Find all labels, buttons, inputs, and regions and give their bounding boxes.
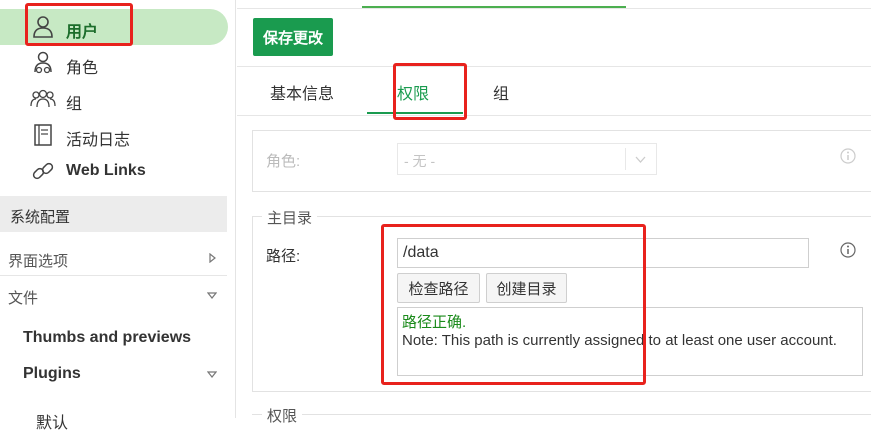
save-button[interactable]: 保存更改 [253,18,333,56]
section-title: 系统配置 [10,209,71,226]
group-icon [30,89,56,108]
sidebar-item-web-links[interactable]: Web Links [0,153,228,189]
role-select-value: - 无 - [404,153,436,169]
sidebar-item-label: Web Links [66,162,146,179]
select-separator [625,148,626,170]
chevron-down-icon [635,156,646,163]
sidebar-sub-label: Plugins [23,365,81,382]
permissions-fieldset [252,414,871,424]
sidebar-sub-label: 默认 [36,415,69,432]
sidebar-item-roles[interactable]: 角色 [0,45,228,81]
role-label: 角色: [266,153,301,170]
sidebar-item-label: 角色 [66,60,99,77]
chevron-right-icon [209,253,216,263]
sidebar-item-default[interactable]: 默认 [0,400,227,436]
role-icon [34,51,52,74]
info-icon[interactable] [840,148,856,164]
log-book-icon [34,124,52,146]
chevron-down-icon [207,292,217,299]
info-icon[interactable] [840,242,856,258]
tabs-top-divider [237,66,871,67]
sidebar-item-ui-options[interactable]: 界面选项 [0,240,227,276]
tab-basic-info[interactable]: 基本信息 [270,80,334,104]
sidebar: 用户 角色 组 活动日志 Web Links 系统配置 界面选项 文件 Thum… [0,0,236,432]
link-icon [32,162,54,180]
permissions-legend: 权限 [262,405,303,426]
sidebar-item-groups[interactable]: 组 [0,81,228,117]
path-label: 路径: [266,248,301,265]
home-dir-legend: 主目录 [262,207,318,228]
sidebar-item-activity-log[interactable]: 活动日志 [0,117,228,153]
sidebar-row-label: 文件 [8,290,39,307]
sidebar-item-label: 活动日志 [66,132,131,149]
tabs-bottom-divider [237,115,871,116]
top-accent-line [362,6,626,8]
main-panel: 保存更改 基本信息 权限 组 角色: - 无 - 主目录 路径: /data 检… [237,0,871,426]
highlight-box-path [381,224,646,385]
chevron-down-icon [207,371,217,378]
sidebar-item-label: 组 [66,96,83,113]
section-system-config[interactable]: 系统配置 [0,196,227,232]
sidebar-row-label: 界面选项 [8,253,69,270]
sidebar-item-plugins[interactable]: Plugins [0,356,227,392]
highlight-box-permissions-tab [393,63,467,120]
sidebar-item-files[interactable]: 文件 [0,277,227,313]
sidebar-item-thumbs-previews[interactable]: Thumbs and previews [0,320,227,356]
top-divider [237,8,871,9]
sidebar-sub-label: Thumbs and previews [23,329,192,346]
role-select: - 无 - [397,143,657,175]
tab-groups[interactable]: 组 [493,80,509,104]
highlight-box-users [25,3,133,46]
